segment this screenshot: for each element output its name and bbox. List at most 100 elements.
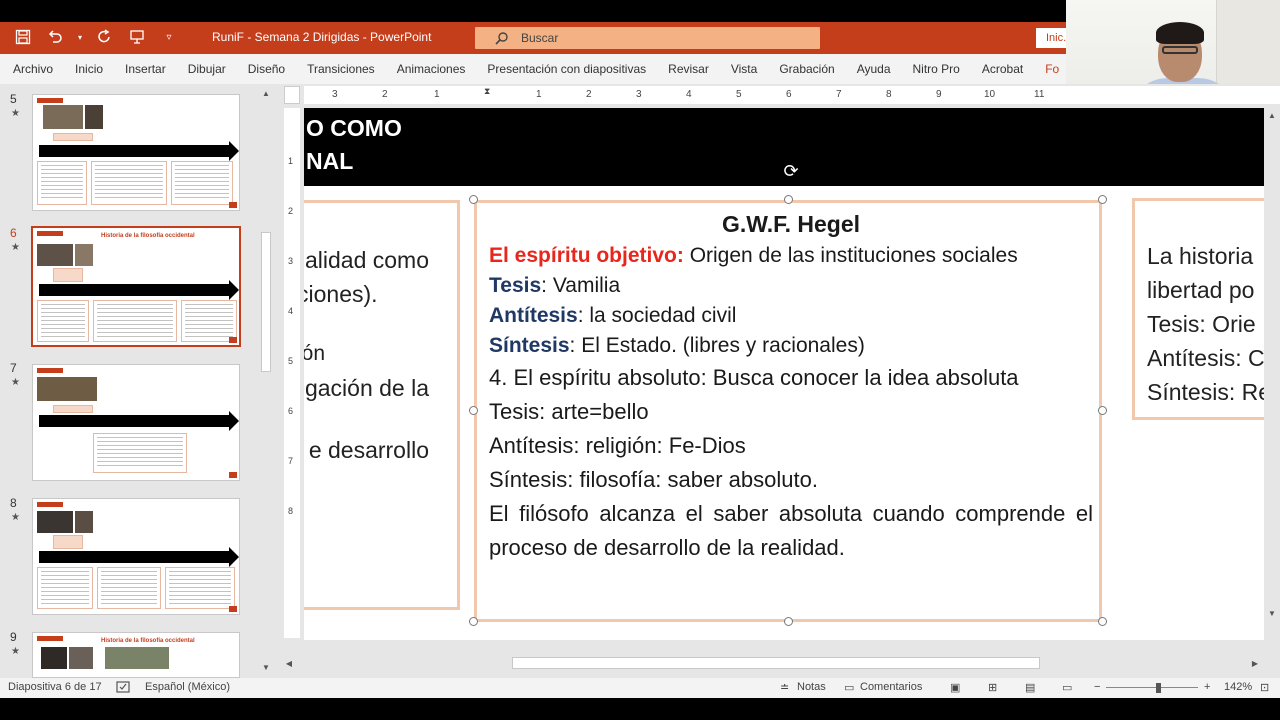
thumbnails-scrollbar[interactable]: ▲ ▼ (258, 84, 274, 678)
thumbnail-image (85, 105, 103, 129)
slide-editor: 3 2 1 ⧗ 1 2 3 4 5 6 7 8 9 10 11 1 2 3 4 … (280, 84, 1280, 678)
scroll-down-arrow-icon[interactable]: ▼ (259, 660, 273, 674)
tab-vista[interactable]: Vista (720, 62, 768, 76)
scroll-up-arrow-icon[interactable]: ▲ (259, 86, 273, 100)
right-text-line: Antítesis: C (1147, 345, 1264, 371)
zoom-out-icon[interactable]: − (1094, 681, 1100, 693)
rotate-handle-icon[interactable]: ⟳ (780, 160, 802, 182)
left-textbox[interactable]: alidad como ciones). ión gación de la e … (304, 200, 460, 610)
notes-icon[interactable]: ≐ (780, 681, 789, 694)
sintesis-line: Síntesis: El Estado. (libres y racionale… (489, 331, 1093, 361)
comments-button[interactable]: Comentarios (860, 681, 922, 693)
accessibility-icon[interactable] (116, 681, 130, 696)
conclusion-paragraph: El filósofo alcanza el saber absoluta cu… (489, 501, 1093, 560)
thumbnail-slide-7[interactable] (32, 364, 240, 481)
slide-canvas[interactable]: O COMO NAL ⟳ alidad como ciones). ión ga… (304, 108, 1264, 640)
ruler-corner (284, 86, 300, 104)
normal-view-icon[interactable]: ▣ (950, 681, 960, 694)
tab-inicio[interactable]: Inicio (64, 62, 114, 76)
religion-line: Antítesis: religión: Fe-Dios (489, 433, 746, 458)
window-title: RuniF - Semana 2 Dirigidas - PowerPoint (212, 30, 432, 44)
zoom-level[interactable]: 142% (1224, 681, 1252, 693)
sintesis-label: Síntesis (489, 334, 570, 357)
tab-acrobat[interactable]: Acrobat (971, 62, 1034, 76)
editor-vertical-scrollbar[interactable]: ▲ ▼ (1264, 108, 1280, 638)
undo-dropdown-icon[interactable]: ▾ (76, 26, 84, 48)
redo-icon[interactable] (94, 26, 116, 48)
resize-handle[interactable] (1098, 406, 1107, 415)
search-box[interactable]: Buscar (475, 27, 820, 49)
tesis-text: : Vamilia (541, 274, 621, 297)
thumbnail-image (41, 647, 67, 669)
resize-handle[interactable] (1098, 617, 1107, 626)
thumbnail-slide-6[interactable]: Historia de la filosofía occidental (31, 226, 241, 347)
slide-counter: Diapositiva 6 de 17 (8, 681, 102, 693)
tab-revisar[interactable]: Revisar (657, 62, 720, 76)
thumbnail-slide-8[interactable] (32, 498, 240, 615)
tab-nitro-pro[interactable]: Nitro Pro (902, 62, 971, 76)
fit-to-window-icon[interactable]: ⊡ (1260, 681, 1269, 694)
resize-handle[interactable] (469, 617, 478, 626)
zoom-slider[interactable] (1106, 687, 1198, 688)
save-icon[interactable] (12, 26, 34, 48)
slide-header-line-2: NAL (306, 148, 354, 174)
tab-formato[interactable]: Fo (1034, 62, 1070, 76)
antitesis-text: : la sociedad civil (577, 304, 737, 327)
zoom-in-icon[interactable]: + (1204, 681, 1210, 693)
zoom-slider-thumb[interactable] (1156, 683, 1161, 693)
animation-star-icon: ★ (11, 242, 20, 253)
search-placeholder: Buscar (521, 31, 559, 45)
present-icon[interactable] (126, 26, 148, 48)
thumbnail-number: 8 (10, 496, 17, 510)
resize-handle[interactable] (784, 617, 793, 626)
resize-handle[interactable] (469, 406, 478, 415)
quick-access-toolbar: ▾ ▿ (12, 26, 180, 48)
reading-view-icon[interactable]: ▤ (1025, 681, 1035, 694)
slideshow-icon[interactable]: ▭ (1062, 681, 1072, 694)
indent-marker-icon[interactable]: ⧗ (484, 86, 490, 97)
tab-diseno[interactable]: Diseño (237, 62, 296, 76)
scroll-up-arrow-icon[interactable]: ▲ (1265, 108, 1279, 122)
slide-sorter-icon[interactable]: ⊞ (988, 681, 997, 694)
slide-header-line-1: O COMO (306, 115, 402, 141)
left-text-line: alidad como (304, 247, 429, 273)
comments-icon[interactable]: ▭ (844, 681, 854, 694)
tab-ayuda[interactable]: Ayuda (846, 62, 902, 76)
scroll-left-arrow-icon[interactable]: ◀ (282, 656, 296, 670)
objective-spirit-line: El espíritu objetivo: Origen de las inst… (489, 241, 1093, 271)
right-text-line: La historia (1147, 243, 1254, 269)
editor-horizontal-scrollbar[interactable]: ◀ ▶ (280, 656, 1280, 670)
left-text-line (304, 311, 439, 337)
sintesis-text: : El Estado. (libres y racionales) (569, 334, 865, 357)
tab-grabacion[interactable]: Grabación (768, 62, 845, 76)
resize-handle[interactable] (1098, 195, 1107, 204)
animation-star-icon: ★ (11, 646, 20, 657)
resize-handle[interactable] (469, 195, 478, 204)
language-indicator[interactable]: Español (México) (145, 681, 230, 693)
thumbnails-scroll-thumb[interactable] (261, 232, 271, 372)
search-icon (495, 32, 508, 45)
scroll-right-arrow-icon[interactable]: ▶ (1248, 656, 1262, 670)
status-bar: Diapositiva 6 de 17 Español (México) ≐ N… (0, 678, 1280, 698)
scroll-down-arrow-icon[interactable]: ▼ (1265, 606, 1279, 620)
slide-thumbnails-pane: 5 ★ 6 ★ Historia de la filosofía occiden… (0, 84, 276, 678)
notes-button[interactable]: Notas (797, 681, 826, 693)
thumbnail-slide-9[interactable]: Historia de la filosofía occidental (32, 632, 240, 678)
customize-qat-icon[interactable]: ▿ (158, 26, 180, 48)
tab-animaciones[interactable]: Animaciones (386, 62, 477, 76)
tab-presentacion[interactable]: Presentación con diapositivas (476, 62, 657, 76)
left-text-line: : (304, 467, 439, 501)
tab-transiciones[interactable]: Transiciones (296, 62, 386, 76)
thumbnail-image (37, 244, 73, 266)
thumbnail-slide-5[interactable] (32, 94, 240, 211)
left-text-line: gación de la (304, 375, 429, 401)
undo-icon[interactable] (44, 26, 66, 48)
horizontal-scroll-thumb[interactable] (512, 657, 1040, 669)
tab-dibujar[interactable]: Dibujar (177, 62, 237, 76)
antitesis-label: Antítesis (489, 304, 578, 327)
tab-insertar[interactable]: Insertar (114, 62, 177, 76)
tab-archivo[interactable]: Archivo (0, 62, 64, 76)
hegel-textbox[interactable]: G.W.F. Hegel El espíritu objetivo: Orige… (474, 200, 1102, 622)
right-textbox[interactable]: La historia libertad po Tesis: Orie Antí… (1132, 198, 1264, 420)
resize-handle[interactable] (784, 195, 793, 204)
